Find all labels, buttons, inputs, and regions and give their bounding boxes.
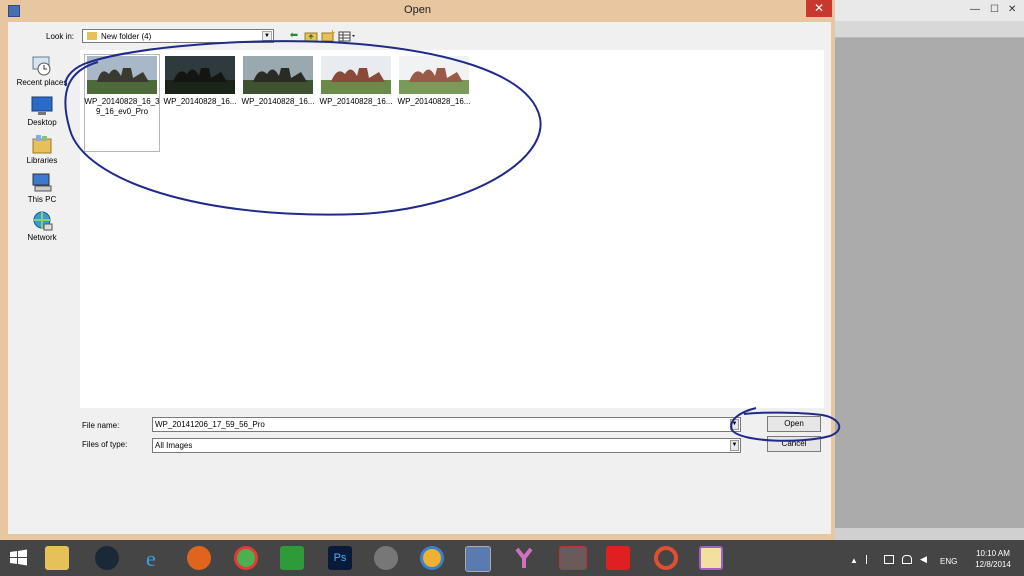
place-this-pc[interactable]: This PC <box>14 172 70 204</box>
dialog-titlebar[interactable]: Open ✕ <box>0 0 835 22</box>
background-window-statusbar <box>835 528 1024 540</box>
place-label: Network <box>27 233 57 242</box>
flag-icon[interactable] <box>866 555 877 564</box>
image-thumbnail <box>243 56 313 94</box>
image-thumbnail <box>87 56 157 94</box>
radiation-icon[interactable] <box>371 544 401 572</box>
file-name-label: File name: <box>82 421 120 430</box>
place-recent-places[interactable]: Recent places <box>14 55 70 87</box>
language-indicator[interactable]: ENG <box>940 557 957 566</box>
show-hidden-icons-icon[interactable]: ▲ <box>850 556 858 565</box>
place-libraries[interactable]: Libraries <box>14 133 70 165</box>
image-thumbnail <box>321 56 391 94</box>
network-icon <box>30 210 54 232</box>
file-explorer-icon[interactable] <box>42 544 72 572</box>
place-desktop[interactable]: Desktop <box>14 95 70 127</box>
photoshop-icon[interactable]: Ps <box>325 544 355 572</box>
circle-app-icon[interactable] <box>651 544 681 572</box>
up-folder-icon[interactable] <box>304 30 318 42</box>
clock-date: 12/8/2014 <box>975 560 1011 569</box>
clock[interactable]: 10:10 AM 12/8/2014 <box>968 548 1018 570</box>
windows-app-icon[interactable] <box>603 544 633 572</box>
desktop-icon <box>30 95 54 117</box>
active-app-icon[interactable] <box>555 544 591 572</box>
network-status-icon[interactable] <box>902 555 912 564</box>
file-name-input[interactable]: WP_20141206_17_59_56_Pro ▼ <box>152 417 741 432</box>
image-thumbnail <box>165 56 235 94</box>
background-window-toolbar <box>835 21 1024 38</box>
file-item[interactable]: WP_20140828_16... <box>162 56 238 107</box>
image-thumbnail <box>399 56 469 94</box>
store-icon[interactable] <box>277 544 307 572</box>
y-app-icon[interactable] <box>509 544 539 572</box>
file-item[interactable]: WP_20140828_16_39_16_ev0_Pro <box>84 56 160 117</box>
place-label: Recent places <box>16 78 68 87</box>
look-in-value: New folder (4) <box>101 32 152 41</box>
svg-text:e: e <box>146 546 156 571</box>
minimize-button[interactable]: — <box>970 4 980 15</box>
file-name-value: WP_20141206_17_59_56_Pro <box>155 420 265 429</box>
this-pc-icon <box>30 172 54 194</box>
folder-icon <box>87 32 97 40</box>
view-menu-icon[interactable] <box>338 30 358 42</box>
file-name: WP_20140828_16... <box>397 97 471 106</box>
cancel-button[interactable]: Cancel <box>767 436 821 452</box>
open-button[interactable]: Open <box>767 416 821 432</box>
file-name: WP_20140828_16... <box>163 97 237 106</box>
sun-icon[interactable] <box>417 544 447 572</box>
files-of-type-value: All Images <box>155 441 193 450</box>
window-close-button[interactable]: ✕ <box>1008 4 1016 15</box>
look-in-label: Look in: <box>46 32 75 41</box>
back-arrow-icon[interactable]: ⬅ <box>287 30 301 42</box>
clock-time: 10:10 AM <box>976 549 1010 558</box>
file-item[interactable]: WP_20140828_16... <box>318 56 394 107</box>
internet-explorer-icon[interactable]: e <box>140 544 170 572</box>
libraries-icon <box>30 133 54 155</box>
close-button[interactable]: ✕ <box>806 0 832 17</box>
place-label: This PC <box>27 195 57 204</box>
look-in-dropdown[interactable]: New folder (4) ▼ <box>82 29 274 43</box>
files-of-type-label: Files of type: <box>82 440 128 449</box>
files-of-type-select[interactable]: All Images ▼ <box>152 438 741 453</box>
dialog-title: Open <box>404 4 431 16</box>
photo-viewer-icon[interactable] <box>462 544 492 572</box>
file-name: WP_20140828_16_39_16_ev0_Pro <box>84 97 160 116</box>
recent-places-icon <box>30 55 54 77</box>
chrome-icon[interactable] <box>231 544 261 572</box>
start-icon[interactable] <box>4 544 34 572</box>
battery-icon[interactable] <box>884 555 894 564</box>
place-label: Libraries <box>26 156 58 165</box>
volume-icon[interactable]: ◀ <box>920 554 927 565</box>
place-label: Desktop <box>27 118 57 127</box>
note-app-icon[interactable] <box>696 544 726 572</box>
firefox-icon[interactable] <box>184 544 214 572</box>
file-item[interactable]: WP_20140828_16... <box>396 56 472 107</box>
chevron-down-icon[interactable]: ▼ <box>730 419 739 430</box>
file-name: WP_20140828_16... <box>319 97 393 106</box>
background-window <box>835 0 1024 540</box>
maximize-button[interactable]: ☐ <box>990 4 999 15</box>
place-network[interactable]: Network <box>14 210 70 242</box>
file-name: WP_20140828_16... <box>241 97 315 106</box>
new-folder-icon[interactable] <box>321 29 336 42</box>
file-item[interactable]: WP_20140828_16... <box>240 56 316 107</box>
chevron-down-icon[interactable]: ▼ <box>262 31 272 41</box>
steam-icon[interactable] <box>92 544 122 572</box>
chevron-down-icon[interactable]: ▼ <box>730 440 739 451</box>
